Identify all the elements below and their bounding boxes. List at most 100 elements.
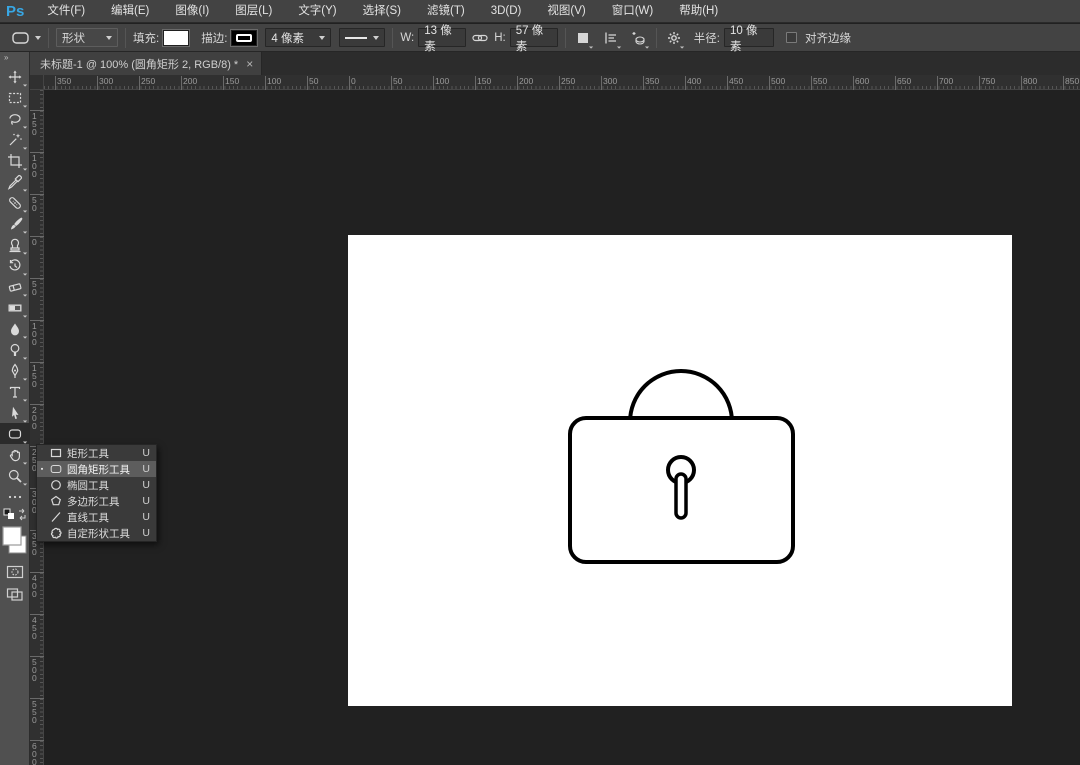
menu-文字Y[interactable]: 文字(Y) [285, 5, 349, 17]
collapse-panel-button[interactable]: » [0, 52, 29, 66]
path-selection-tool[interactable] [0, 402, 30, 423]
rounded-rectangle-tool-icon [49, 461, 63, 477]
marquee-tool[interactable] [0, 87, 30, 108]
blur-tool[interactable] [0, 318, 30, 339]
shape-menu-item-rectangle[interactable]: 矩形工具 U [37, 445, 156, 461]
shape-menu-item-ellipse[interactable]: 椭圆工具 U [37, 477, 156, 493]
solid-line-icon [345, 36, 368, 39]
dodge-tool-icon [10, 343, 19, 356]
move-tool-icon [8, 70, 21, 83]
hruler-label: 50 [390, 76, 403, 90]
shortcut-key: U [142, 511, 150, 523]
type-tool[interactable] [0, 381, 30, 402]
hruler-label: 200 [180, 76, 198, 90]
close-tab-icon[interactable]: × [246, 58, 253, 70]
brush-tool[interactable] [0, 213, 30, 234]
menu-3DD[interactable]: 3D(D) [478, 5, 535, 17]
tool-options-bar: 形状 填充: 描边: 4 像素 W: 13 像素 H: 57 像素 半径: 10… [0, 24, 1080, 53]
tool-preset-picker[interactable] [10, 30, 41, 46]
menu-图像I[interactable]: 图像(I) [162, 5, 222, 17]
move-tool[interactable] [0, 66, 30, 87]
gradient-tool[interactable] [0, 297, 30, 318]
shape-menu-item-label: 直线工具 [67, 511, 109, 524]
edit-toolbar[interactable] [0, 486, 30, 507]
radius-input[interactable]: 10 像素 [723, 25, 774, 53]
menu-选择S[interactable]: 选择(S) [350, 5, 414, 17]
fill-color-swatch[interactable] [163, 29, 190, 46]
path-operations-button[interactable] [573, 28, 593, 48]
fill-label: 填充: [133, 32, 160, 45]
stroke-color-swatch[interactable] [231, 29, 258, 46]
shortcut-key: U [142, 479, 150, 491]
crop-tool[interactable] [0, 150, 30, 171]
dodge-tool[interactable] [0, 339, 30, 360]
vruler-label: 1 0 0 [30, 152, 44, 179]
menu-编辑E[interactable]: 编辑(E) [98, 5, 162, 17]
quick-mask-button[interactable] [0, 561, 30, 583]
menu-视图V[interactable]: 视图(V) [534, 5, 598, 17]
zoom-tool[interactable] [0, 465, 30, 486]
menu-窗口W[interactable]: 窗口(W) [599, 5, 667, 17]
gear-icon[interactable] [664, 28, 684, 48]
foreground-background-swatches[interactable] [0, 523, 30, 561]
lasso-tool[interactable] [0, 108, 30, 129]
tool-mode-select[interactable]: 形状 [56, 28, 118, 47]
menu-帮助H[interactable]: 帮助(H) [666, 5, 731, 17]
shape-width-input[interactable]: 13 像素 [418, 25, 467, 53]
shape-menu-item-rounded-rectangle[interactable]: ▪ 圆角矩形工具 U [37, 461, 156, 477]
stroke-width-select[interactable]: 4 像素 [265, 28, 332, 47]
shape-menu-item-line[interactable]: 直线工具 U [37, 509, 156, 525]
shape-menu-item-custom-shape[interactable]: 自定形状工具 U [37, 525, 156, 541]
hruler-label: 150 [474, 76, 492, 90]
eyedropper-tool[interactable] [0, 171, 30, 192]
zoom-tool-icon [8, 469, 22, 483]
path-alignment-button[interactable] [601, 28, 621, 48]
swap-colors-icon [18, 508, 25, 521]
hruler-label: 300 [96, 76, 114, 90]
rounded-rectangle-tool[interactable] [0, 423, 30, 444]
vruler-label: 1 0 0 [30, 320, 44, 347]
document-tab[interactable]: 未标题-1 @ 100% (圆角矩形 2, RGB/8) * × [30, 52, 263, 75]
shape-tools-flyout-menu: 矩形工具 U ▪ 圆角矩形工具 U 椭圆工具 U 多边形工具 U 直线工具 U 自定形状工具 U [36, 444, 157, 542]
hand-tool[interactable] [0, 444, 30, 465]
quick-selection-tool-icon [9, 133, 22, 145]
menu-滤镜T[interactable]: 滤镜(T) [414, 5, 478, 17]
pen-tool[interactable] [0, 360, 30, 381]
rounded-rectangle-tool-icon [8, 428, 21, 439]
path-arrangement-button[interactable] [629, 28, 649, 48]
document-title: 未标题-1 @ 100% (圆角矩形 2, RGB/8) * [40, 58, 239, 71]
screen-mode-button[interactable] [0, 583, 30, 605]
healing-brush-tool-icon [8, 196, 21, 209]
menu-图层L[interactable]: 图层(L) [222, 5, 285, 17]
menu-文件F[interactable]: 文件(F) [34, 5, 98, 17]
hruler-label: 500 [768, 76, 786, 90]
document-tab-bar: 未标题-1 @ 100% (圆角矩形 2, RGB/8) * × [30, 52, 1080, 75]
shape-menu-item-label: 自定形状工具 [67, 527, 130, 540]
hruler-label: 50 [306, 76, 319, 90]
align-edges-checkbox[interactable] [785, 32, 797, 43]
vruler-label: 4 5 0 [30, 614, 44, 641]
shape-menu-item-polygon[interactable]: 多边形工具 U [37, 493, 156, 509]
history-brush-tool[interactable] [0, 255, 30, 276]
eraser-tool[interactable] [0, 276, 30, 297]
document-canvas[interactable] [348, 235, 1012, 706]
divider [48, 27, 49, 48]
default-colors-control[interactable] [0, 507, 30, 523]
hruler-label: 250 [138, 76, 156, 90]
healing-brush-tool[interactable] [0, 192, 30, 213]
menu-items: 文件(F) 编辑(E) 图像(I) 图层(L) 文字(Y) 选择(S) 滤镜(T) 3D(D)… [34, 0, 731, 23]
shape-height-input[interactable]: 57 像素 [509, 25, 558, 53]
hruler-label: 650 [894, 76, 912, 90]
hruler-label: 800 [1020, 76, 1038, 90]
shape-menu-item-label: 矩形工具 [67, 447, 109, 460]
stroke-style-select[interactable] [339, 28, 386, 47]
vruler-label: 5 0 [30, 194, 44, 213]
clone-stamp-tool[interactable] [0, 234, 30, 255]
quick-selection-tool[interactable] [0, 129, 30, 150]
tool-mode-value: 形状 [62, 32, 85, 45]
shape-width-value: 13 像素 [424, 24, 452, 53]
ruler-corner [30, 75, 44, 90]
link-dimensions-icon[interactable] [470, 28, 490, 48]
hruler-label: 0 [349, 76, 356, 90]
shape-menu-item-label: 椭圆工具 [67, 479, 109, 492]
